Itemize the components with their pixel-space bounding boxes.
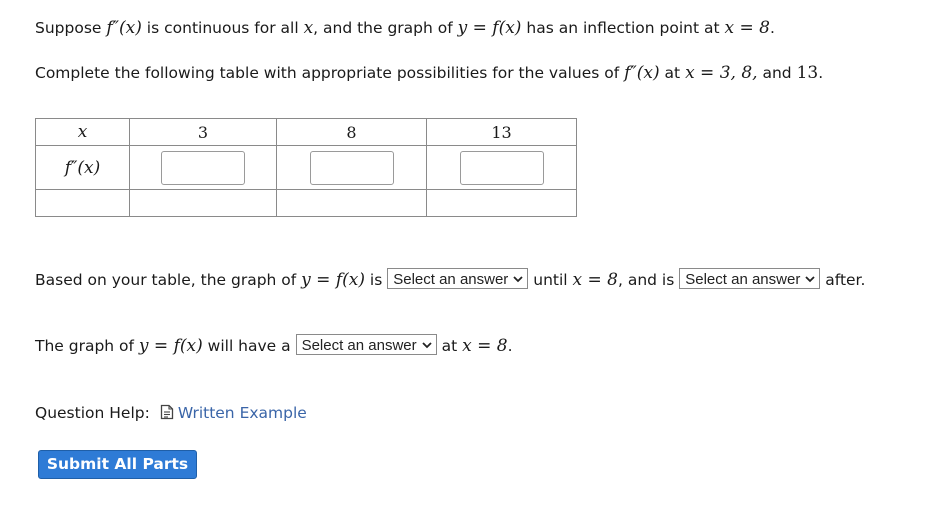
header-var: x [77, 122, 88, 142]
math-fpp: f″(x) [624, 63, 660, 83]
text: . [818, 64, 824, 82]
math-x-eq-8: x = 8 [572, 270, 618, 290]
header-value: 13 [491, 122, 512, 142]
empty-cell [35, 189, 130, 217]
chevron-down-icon [422, 335, 432, 355]
math-x-eq-8: x = 8 [724, 18, 770, 38]
table-header-row: x 3 8 13 [35, 118, 577, 146]
math-13: 13 [796, 63, 819, 83]
answer-table: x 3 8 13 f″(x) [35, 118, 577, 217]
text: at [436, 337, 463, 355]
text: has an inflection point at [521, 19, 725, 37]
math-x-eq-8: x = 8 [462, 336, 508, 356]
question-line-1: Suppose f″(x) is continuous for all x, a… [35, 18, 775, 38]
empty-cell [276, 189, 427, 217]
text: is [364, 271, 388, 289]
text: Based on your table, the graph of [35, 271, 302, 289]
text: will have a [202, 337, 296, 355]
header-var-cell: x [35, 118, 130, 146]
text: after. [820, 271, 866, 289]
input-cell-13 [426, 145, 577, 190]
header-cell-3: 3 [129, 118, 277, 146]
text: , and is [617, 271, 680, 289]
select-value: Select an answer [393, 271, 509, 288]
header-cell-13: 13 [426, 118, 577, 146]
text: until [528, 271, 573, 289]
text: The graph of [35, 337, 139, 355]
math-x-values: x = 3, 8, [685, 63, 758, 83]
help-label: Question Help: [35, 404, 150, 422]
text: Complete the following table with approp… [35, 64, 625, 82]
text: at [659, 64, 686, 82]
fpp-at-3-input[interactable] [161, 150, 245, 185]
concavity-after-select[interactable]: Select an answer [679, 268, 821, 289]
text: . [507, 337, 513, 355]
text: is continuous for all [141, 19, 304, 37]
fpp-at-13-input[interactable] [459, 150, 544, 185]
row-label-cell: f″(x) [35, 145, 130, 190]
header-cell-8: 8 [276, 118, 427, 146]
input-cell-8 [276, 145, 427, 190]
select-value: Select an answer [301, 337, 417, 354]
math-y-eq-fx: y = f(x) [138, 336, 203, 356]
table-input-row: f″(x) [35, 145, 577, 190]
text: , and the graph of [313, 19, 458, 37]
chevron-down-icon [805, 269, 815, 289]
text: . [769, 19, 775, 37]
select-value: Select an answer [685, 271, 801, 288]
fpp-at-8-input[interactable] [309, 150, 394, 185]
submit-all-parts-button[interactable]: Submit All Parts [38, 450, 197, 479]
math-y-eq-fx: y = f(x) [301, 270, 365, 290]
empty-cell [426, 189, 577, 217]
table-empty-row [35, 189, 577, 217]
feature-select[interactable]: Select an answer [295, 334, 437, 355]
empty-cell [129, 189, 277, 217]
written-example-link[interactable]: Written Example [178, 404, 307, 422]
row-label: f″(x) [64, 157, 101, 178]
concavity-paragraph: Based on your table, the graph of y = f(… [35, 268, 905, 292]
text: and [757, 64, 797, 82]
document-icon[interactable] [160, 404, 174, 424]
question-line-2: Complete the following table with approp… [35, 63, 823, 83]
math-y-eq-fx: y = f(x) [457, 18, 522, 38]
chevron-down-icon [513, 269, 523, 289]
math-fpp: f″(x) [106, 18, 142, 38]
text: Suppose [35, 19, 107, 37]
question-help: Question Help: Written Example [35, 404, 307, 424]
math-x: x [303, 18, 314, 38]
feature-paragraph: The graph of y = f(x) will have a Select… [35, 334, 513, 358]
input-cell-3 [129, 145, 277, 190]
header-value: 3 [197, 122, 209, 142]
header-value: 8 [346, 122, 357, 142]
concavity-before-select[interactable]: Select an answer [387, 268, 529, 289]
